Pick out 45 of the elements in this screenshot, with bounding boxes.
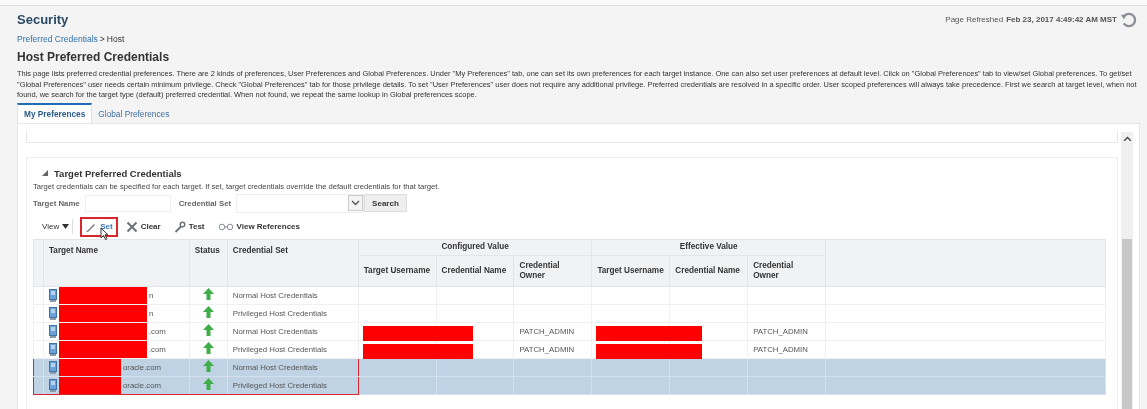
page-title: Host Preferred Credentials xyxy=(17,50,171,64)
server-icon xyxy=(48,306,57,320)
tab[interactable]: My Preferences xyxy=(17,102,93,123)
breadcrumb-separator: > xyxy=(99,34,105,44)
column-header[interactable]: Target Name xyxy=(43,239,190,286)
refresh-time: Feb 23, 2017 4:49:42 AM MST xyxy=(1006,14,1117,24)
column-header[interactable]: Target Username xyxy=(591,255,670,286)
credential-set-dropdown[interactable] xyxy=(236,193,365,213)
close-icon xyxy=(125,220,138,233)
scroll-up-icon[interactable] xyxy=(1122,135,1132,142)
collapse-triangle-icon[interactable] xyxy=(41,169,49,177)
server-icon xyxy=(48,342,57,356)
tab[interactable]: Global Preferences xyxy=(92,102,176,123)
scrollbar-thumb[interactable] xyxy=(1122,239,1132,409)
column-header[interactable]: Target Username xyxy=(358,255,437,286)
column-header[interactable]: Credential Owner xyxy=(747,255,826,286)
column-header[interactable]: Status xyxy=(189,239,228,286)
toolbar-button[interactable]: Clear xyxy=(120,216,166,237)
search-button[interactable]: Search xyxy=(364,194,407,212)
toolbar-button[interactable]: Test xyxy=(168,216,210,237)
column-header[interactable]: Credential Name xyxy=(669,255,748,286)
server-icon xyxy=(48,360,57,374)
column-header[interactable]: Credential Owner xyxy=(513,255,592,286)
header-cell xyxy=(33,239,44,286)
toolbar-button[interactable]: Set xyxy=(80,216,118,237)
refresh-icon[interactable] xyxy=(1120,10,1137,28)
page-section-title: Security xyxy=(17,11,69,27)
section-title: Target Preferred Credentials xyxy=(54,167,182,179)
wrench-icon xyxy=(173,220,186,233)
refresh-label: Page Refreshed xyxy=(945,14,1004,24)
column-group-header: Effective Value xyxy=(591,239,826,255)
caret-icon xyxy=(62,224,70,229)
column-header[interactable]: Credential Set xyxy=(227,239,359,286)
breadcrumb-current: Host xyxy=(106,34,125,44)
column-header[interactable]: Credential Name xyxy=(436,255,514,286)
toolbar-button[interactable]: View References xyxy=(212,218,305,235)
server-icon xyxy=(48,378,57,392)
dropdown-chevron-icon xyxy=(348,195,364,211)
server-icon xyxy=(48,288,57,302)
view-menu[interactable]: View xyxy=(37,218,74,235)
scrollbar[interactable] xyxy=(1121,131,1133,409)
column-group-header: Configured Value xyxy=(358,239,592,255)
glasses-icon xyxy=(217,222,234,231)
breadcrumb-link[interactable]: Preferred Credentials xyxy=(17,34,98,44)
server-icon xyxy=(48,324,57,338)
